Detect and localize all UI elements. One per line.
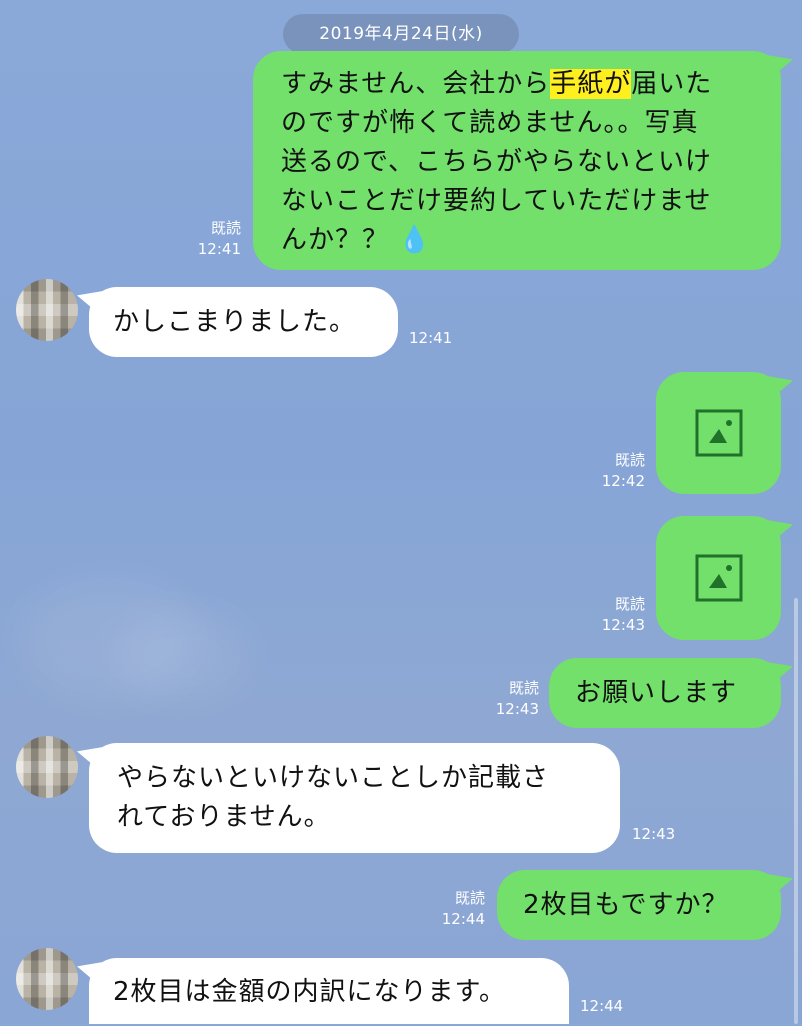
- date-separator: 2019年4月24日(水): [283, 14, 519, 54]
- message-time: 12:42: [601, 472, 645, 490]
- message-meta: 既読 12:42: [602, 450, 645, 492]
- incoming-message-bubble[interactable]: 2枚目は金額の内訳になります。: [89, 958, 569, 1024]
- message-text: 2枚目は金額の内訳になります。: [113, 977, 506, 1007]
- image-icon: [695, 554, 742, 602]
- outgoing-image-bubble[interactable]: [656, 516, 781, 640]
- message-time: 12:43: [632, 825, 676, 843]
- message-time: 12:43: [601, 616, 645, 634]
- incoming-message-bubble[interactable]: かしこまりました。: [89, 287, 398, 357]
- read-receipt: 既読: [614, 451, 645, 469]
- message-line: 送るので、こちらがやらないといけ: [281, 147, 712, 177]
- incoming-message-bubble[interactable]: やらないといけないことしか記載さ れておりません。: [89, 743, 620, 853]
- message-meta: 既読 12:44: [442, 888, 485, 930]
- read-receipt: 既読: [454, 889, 485, 907]
- message-meta: 既読 12:41: [198, 218, 241, 260]
- message-time: 12:41: [197, 240, 241, 258]
- message-line: すみません、会社から手紙が届いた: [281, 69, 713, 99]
- scrollbar[interactable]: [794, 598, 798, 1024]
- message-text: 2枚目もですか？: [523, 890, 729, 920]
- message-meta: 既読 12:43: [496, 678, 539, 720]
- image-icon: [695, 409, 742, 457]
- message-time: 12:44: [580, 997, 624, 1015]
- message-meta: 12:41: [409, 328, 452, 349]
- read-receipt: 既読: [210, 219, 241, 237]
- outgoing-message-bubble[interactable]: すみません、会社から手紙が届いた のですが怖くて読めません。。写真 送るので、こ…: [253, 51, 781, 270]
- message-text: やらないといけないことしか記載さ れておりません。: [117, 759, 596, 837]
- outgoing-message-bubble[interactable]: お願いします: [549, 658, 781, 728]
- outgoing-image-bubble[interactable]: [656, 372, 781, 494]
- highlighted-text: 手紙が: [550, 69, 632, 99]
- message-meta: 既読 12:43: [602, 594, 645, 636]
- message-line: んか？？ 💧: [281, 225, 432, 255]
- message-text: すみません、会社から手紙が届いた のですが怖くて読めません。。写真 送るので、こ…: [281, 65, 757, 260]
- message-time: 12:41: [409, 329, 453, 347]
- outgoing-message-bubble[interactable]: 2枚目もですか？: [497, 870, 781, 940]
- message-line: ないことだけ要約していただけませ: [281, 186, 712, 216]
- contact-avatar[interactable]: [16, 948, 78, 1010]
- message-time: 12:44: [441, 910, 485, 928]
- message-text: お願いします: [575, 678, 738, 708]
- message-line: れておりません。: [117, 802, 331, 832]
- message-line: のですが怖くて読めません。。写真: [281, 108, 699, 138]
- read-receipt: 既読: [614, 595, 645, 613]
- message-meta: 12:43: [632, 824, 675, 845]
- contact-avatar[interactable]: [16, 736, 78, 798]
- message-text: かしこまりました。: [113, 307, 357, 337]
- message-time: 12:43: [495, 700, 539, 718]
- message-line: やらないといけないことしか記載さ: [117, 763, 550, 793]
- contact-avatar[interactable]: [16, 279, 78, 341]
- droplet-emoji: 💧: [398, 225, 432, 255]
- background-cloud: [110, 610, 250, 700]
- read-receipt: 既読: [508, 679, 539, 697]
- message-meta: 12:44: [580, 996, 623, 1017]
